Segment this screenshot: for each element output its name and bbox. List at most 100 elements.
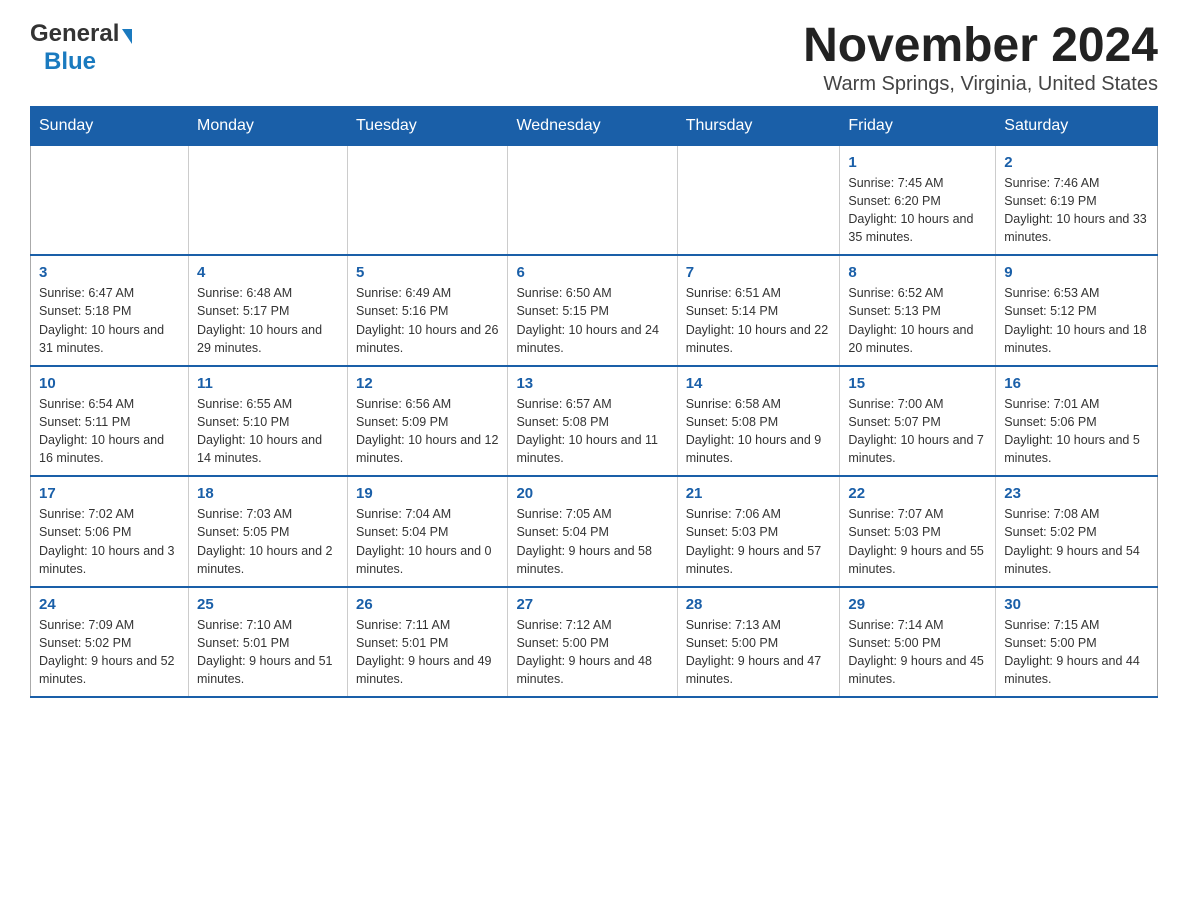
calendar-cell [189,145,348,255]
day-number: 14 [686,375,832,392]
day-info: Sunrise: 6:49 AM Sunset: 5:16 PM Dayligh… [356,284,499,357]
day-info: Sunrise: 7:11 AM Sunset: 5:01 PM Dayligh… [356,616,499,689]
title-block: November 2024 Warm Springs, Virginia, Un… [803,20,1158,96]
calendar-cell: 13 Sunrise: 6:57 AM Sunset: 5:08 PM Dayli… [508,366,677,477]
day-number: 2 [1004,154,1149,171]
calendar-cell: 4 Sunrise: 6:48 AM Sunset: 5:17 PM Daylig… [189,255,348,366]
calendar-cell: 27 Sunrise: 7:12 AM Sunset: 5:00 PM Dayli… [508,587,677,698]
calendar-cell: 8 Sunrise: 6:52 AM Sunset: 5:13 PM Daylig… [840,255,996,366]
day-number: 26 [356,596,499,613]
day-info: Sunrise: 7:00 AM Sunset: 5:07 PM Dayligh… [848,395,987,468]
day-number: 24 [39,596,180,613]
day-info: Sunrise: 7:07 AM Sunset: 5:03 PM Dayligh… [848,505,987,578]
calendar-cell: 23 Sunrise: 7:08 AM Sunset: 5:02 PM Dayli… [996,476,1158,587]
day-info: Sunrise: 6:57 AM Sunset: 5:08 PM Dayligh… [516,395,668,468]
calendar-cell: 6 Sunrise: 6:50 AM Sunset: 5:15 PM Daylig… [508,255,677,366]
calendar-cell: 9 Sunrise: 6:53 AM Sunset: 5:12 PM Daylig… [996,255,1158,366]
day-info: Sunrise: 6:53 AM Sunset: 5:12 PM Dayligh… [1004,284,1149,357]
day-info: Sunrise: 7:15 AM Sunset: 5:00 PM Dayligh… [1004,616,1149,689]
day-number: 17 [39,485,180,502]
day-info: Sunrise: 6:51 AM Sunset: 5:14 PM Dayligh… [686,284,832,357]
page-header: General Blue November 2024 Warm Springs,… [30,20,1158,96]
day-number: 1 [848,154,987,171]
logo: General Blue [30,20,132,76]
day-info: Sunrise: 6:50 AM Sunset: 5:15 PM Dayligh… [516,284,668,357]
day-info: Sunrise: 6:52 AM Sunset: 5:13 PM Dayligh… [848,284,987,357]
calendar-cell: 21 Sunrise: 7:06 AM Sunset: 5:03 PM Dayli… [677,476,840,587]
day-info: Sunrise: 7:45 AM Sunset: 6:20 PM Dayligh… [848,174,987,247]
day-number: 11 [197,375,339,392]
day-number: 12 [356,375,499,392]
day-info: Sunrise: 7:04 AM Sunset: 5:04 PM Dayligh… [356,505,499,578]
day-info: Sunrise: 7:14 AM Sunset: 5:00 PM Dayligh… [848,616,987,689]
day-number: 9 [1004,264,1149,281]
day-info: Sunrise: 7:08 AM Sunset: 5:02 PM Dayligh… [1004,505,1149,578]
calendar-cell: 28 Sunrise: 7:13 AM Sunset: 5:00 PM Dayli… [677,587,840,698]
day-number: 20 [516,485,668,502]
day-number: 23 [1004,485,1149,502]
day-number: 22 [848,485,987,502]
day-number: 28 [686,596,832,613]
day-number: 5 [356,264,499,281]
calendar-header-row: SundayMondayTuesdayWednesdayThursdayFrid… [31,106,1158,145]
calendar-day-header: Friday [840,106,996,145]
day-number: 19 [356,485,499,502]
calendar-cell: 26 Sunrise: 7:11 AM Sunset: 5:01 PM Dayli… [348,587,508,698]
calendar-cell: 14 Sunrise: 6:58 AM Sunset: 5:08 PM Dayli… [677,366,840,477]
page-subtitle: Warm Springs, Virginia, United States [803,73,1158,96]
logo-blue-text: Blue [44,48,96,76]
day-info: Sunrise: 7:13 AM Sunset: 5:00 PM Dayligh… [686,616,832,689]
calendar-cell [677,145,840,255]
calendar-week-row: 10Sunrise: 6:54 AM Sunset: 5:11 PM Dayli… [31,366,1158,477]
page-title: November 2024 [803,20,1158,73]
day-number: 10 [39,375,180,392]
day-info: Sunrise: 7:09 AM Sunset: 5:02 PM Dayligh… [39,616,180,689]
day-number: 3 [39,264,180,281]
day-number: 16 [1004,375,1149,392]
day-info: Sunrise: 6:48 AM Sunset: 5:17 PM Dayligh… [197,284,339,357]
day-info: Sunrise: 7:02 AM Sunset: 5:06 PM Dayligh… [39,505,180,578]
calendar-cell: 22 Sunrise: 7:07 AM Sunset: 5:03 PM Dayli… [840,476,996,587]
calendar-cell: 17 Sunrise: 7:02 AM Sunset: 5:06 PM Dayli… [31,476,189,587]
calendar-cell: 16 Sunrise: 7:01 AM Sunset: 5:06 PM Dayli… [996,366,1158,477]
calendar-cell: 5 Sunrise: 6:49 AM Sunset: 5:16 PM Daylig… [348,255,508,366]
day-number: 27 [516,596,668,613]
day-info: Sunrise: 6:58 AM Sunset: 5:08 PM Dayligh… [686,395,832,468]
day-number: 13 [516,375,668,392]
calendar-cell: 29 Sunrise: 7:14 AM Sunset: 5:00 PM Dayli… [840,587,996,698]
day-info: Sunrise: 7:05 AM Sunset: 5:04 PM Dayligh… [516,505,668,578]
calendar-day-header: Saturday [996,106,1158,145]
calendar-day-header: Wednesday [508,106,677,145]
day-number: 8 [848,264,987,281]
day-number: 4 [197,264,339,281]
calendar-week-row: 1 Sunrise: 7:45 AM Sunset: 6:20 PM Daylig… [31,145,1158,255]
calendar-table: SundayMondayTuesdayWednesdayThursdayFrid… [30,106,1158,699]
calendar-cell [348,145,508,255]
day-info: Sunrise: 6:56 AM Sunset: 5:09 PM Dayligh… [356,395,499,468]
calendar-week-row: 3 Sunrise: 6:47 AM Sunset: 5:18 PM Daylig… [31,255,1158,366]
day-info: Sunrise: 7:03 AM Sunset: 5:05 PM Dayligh… [197,505,339,578]
calendar-cell: 2Sunrise: 7:46 AM Sunset: 6:19 PM Daylig… [996,145,1158,255]
calendar-day-header: Tuesday [348,106,508,145]
day-info: Sunrise: 6:55 AM Sunset: 5:10 PM Dayligh… [197,395,339,468]
calendar-cell: 1 Sunrise: 7:45 AM Sunset: 6:20 PM Daylig… [840,145,996,255]
calendar-cell: 12 Sunrise: 6:56 AM Sunset: 5:09 PM Dayli… [348,366,508,477]
day-number: 18 [197,485,339,502]
day-info: Sunrise: 7:12 AM Sunset: 5:00 PM Dayligh… [516,616,668,689]
day-number: 6 [516,264,668,281]
calendar-week-row: 24 Sunrise: 7:09 AM Sunset: 5:02 PM Dayli… [31,587,1158,698]
day-number: 21 [686,485,832,502]
day-info: Sunrise: 7:06 AM Sunset: 5:03 PM Dayligh… [686,505,832,578]
calendar-cell: 10Sunrise: 6:54 AM Sunset: 5:11 PM Dayli… [31,366,189,477]
calendar-cell: 3 Sunrise: 6:47 AM Sunset: 5:18 PM Daylig… [31,255,189,366]
day-info: Sunrise: 7:10 AM Sunset: 5:01 PM Dayligh… [197,616,339,689]
day-number: 25 [197,596,339,613]
calendar-cell [508,145,677,255]
day-number: 7 [686,264,832,281]
calendar-cell: 11 Sunrise: 6:55 AM Sunset: 5:10 PM Dayli… [189,366,348,477]
day-info: Sunrise: 7:01 AM Sunset: 5:06 PM Dayligh… [1004,395,1149,468]
logo-general-text: General [30,20,119,48]
day-info: Sunrise: 6:47 AM Sunset: 5:18 PM Dayligh… [39,284,180,357]
calendar-cell: 30Sunrise: 7:15 AM Sunset: 5:00 PM Dayli… [996,587,1158,698]
day-number: 29 [848,596,987,613]
